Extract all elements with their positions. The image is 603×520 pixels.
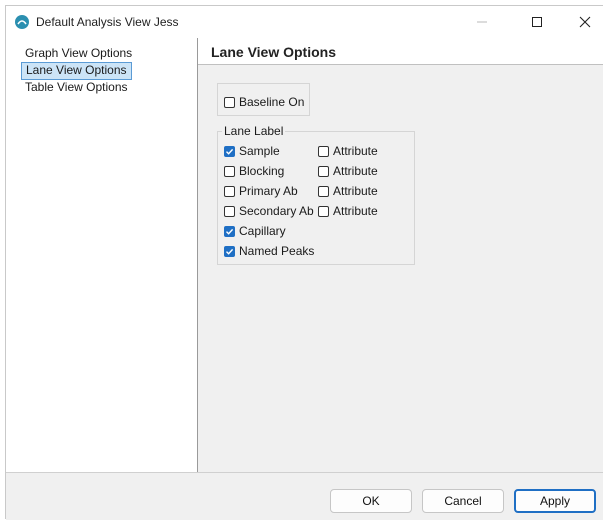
maximize-button[interactable] (514, 6, 560, 38)
sample-attribute-checkbox[interactable]: Attribute (318, 144, 378, 158)
sidebar-item-table-view[interactable]: Table View Options (21, 79, 132, 95)
checkbox-unchecked-icon (224, 185, 235, 197)
checkbox-checked-icon (224, 225, 235, 237)
primary-ab-attribute-label: Attribute (333, 184, 378, 198)
checkbox-checked-icon (224, 245, 235, 257)
blocking-checkbox[interactable]: Blocking (224, 164, 284, 178)
minimize-button[interactable] (459, 6, 505, 38)
secondary-ab-attribute-checkbox[interactable]: Attribute (318, 204, 378, 218)
checkbox-unchecked-icon (318, 205, 329, 217)
primary-ab-label: Primary Ab (239, 184, 298, 198)
baseline-checkbox[interactable]: Baseline On (224, 95, 304, 109)
named-peaks-label: Named Peaks (239, 244, 315, 258)
sample-attribute-label: Attribute (333, 144, 378, 158)
sample-label: Sample (239, 144, 280, 158)
blocking-label: Blocking (239, 164, 285, 178)
window-title: Default Analysis View Jess (36, 15, 179, 29)
options-sidebar: Graph View Options Lane View Options Tab… (6, 38, 198, 472)
sidebar-item-graph-view[interactable]: Graph View Options (21, 45, 136, 61)
minimize-icon (477, 21, 487, 23)
named-peaks-checkbox[interactable]: Named Peaks (224, 244, 314, 258)
apply-button[interactable]: Apply (514, 489, 596, 513)
checkbox-unchecked-icon (318, 145, 329, 157)
lane-label-group: Lane Label Sample Attribute Blocking Att… (217, 124, 415, 265)
ok-button[interactable]: OK (330, 489, 412, 513)
capillary-checkbox[interactable]: Capillary (224, 224, 286, 238)
secondary-ab-checkbox[interactable]: Secondary Ab (224, 204, 314, 218)
lane-label-legend: Lane Label (222, 124, 286, 138)
close-button[interactable] (562, 6, 603, 38)
blocking-attribute-checkbox[interactable]: Attribute (318, 164, 378, 178)
checkbox-unchecked-icon (224, 165, 235, 177)
sample-checkbox[interactable]: Sample (224, 144, 280, 158)
secondary-ab-label: Secondary Ab (239, 204, 314, 218)
app-logo-icon (15, 15, 29, 29)
dialog-window: Default Analysis View Jess Graph View Op… (5, 5, 603, 520)
checkbox-unchecked-icon (224, 205, 235, 217)
checkbox-unchecked-icon (318, 185, 329, 197)
title-bar: Default Analysis View Jess (6, 6, 603, 38)
capillary-label: Capillary (239, 224, 286, 238)
primary-ab-checkbox[interactable]: Primary Ab (224, 184, 298, 198)
dialog-footer: OK Cancel Apply (6, 472, 603, 520)
sidebar-item-lane-view[interactable]: Lane View Options (21, 62, 132, 80)
checkbox-checked-icon (224, 145, 235, 157)
panel-title: Lane View Options (211, 44, 336, 60)
secondary-ab-attribute-label: Attribute (333, 204, 378, 218)
blocking-attribute-label: Attribute (333, 164, 378, 178)
baseline-group: Baseline On (217, 83, 310, 116)
baseline-label: Baseline On (239, 95, 305, 109)
options-panel: Lane View Options Baseline On Lane Label… (198, 38, 603, 472)
primary-ab-attribute-checkbox[interactable]: Attribute (318, 184, 378, 198)
checkbox-unchecked-icon (318, 165, 329, 177)
checkbox-unchecked-icon (224, 96, 235, 108)
cancel-button[interactable]: Cancel (422, 489, 504, 513)
panel-header: Lane View Options (198, 38, 603, 65)
close-icon (579, 16, 591, 28)
maximize-icon (532, 17, 542, 27)
